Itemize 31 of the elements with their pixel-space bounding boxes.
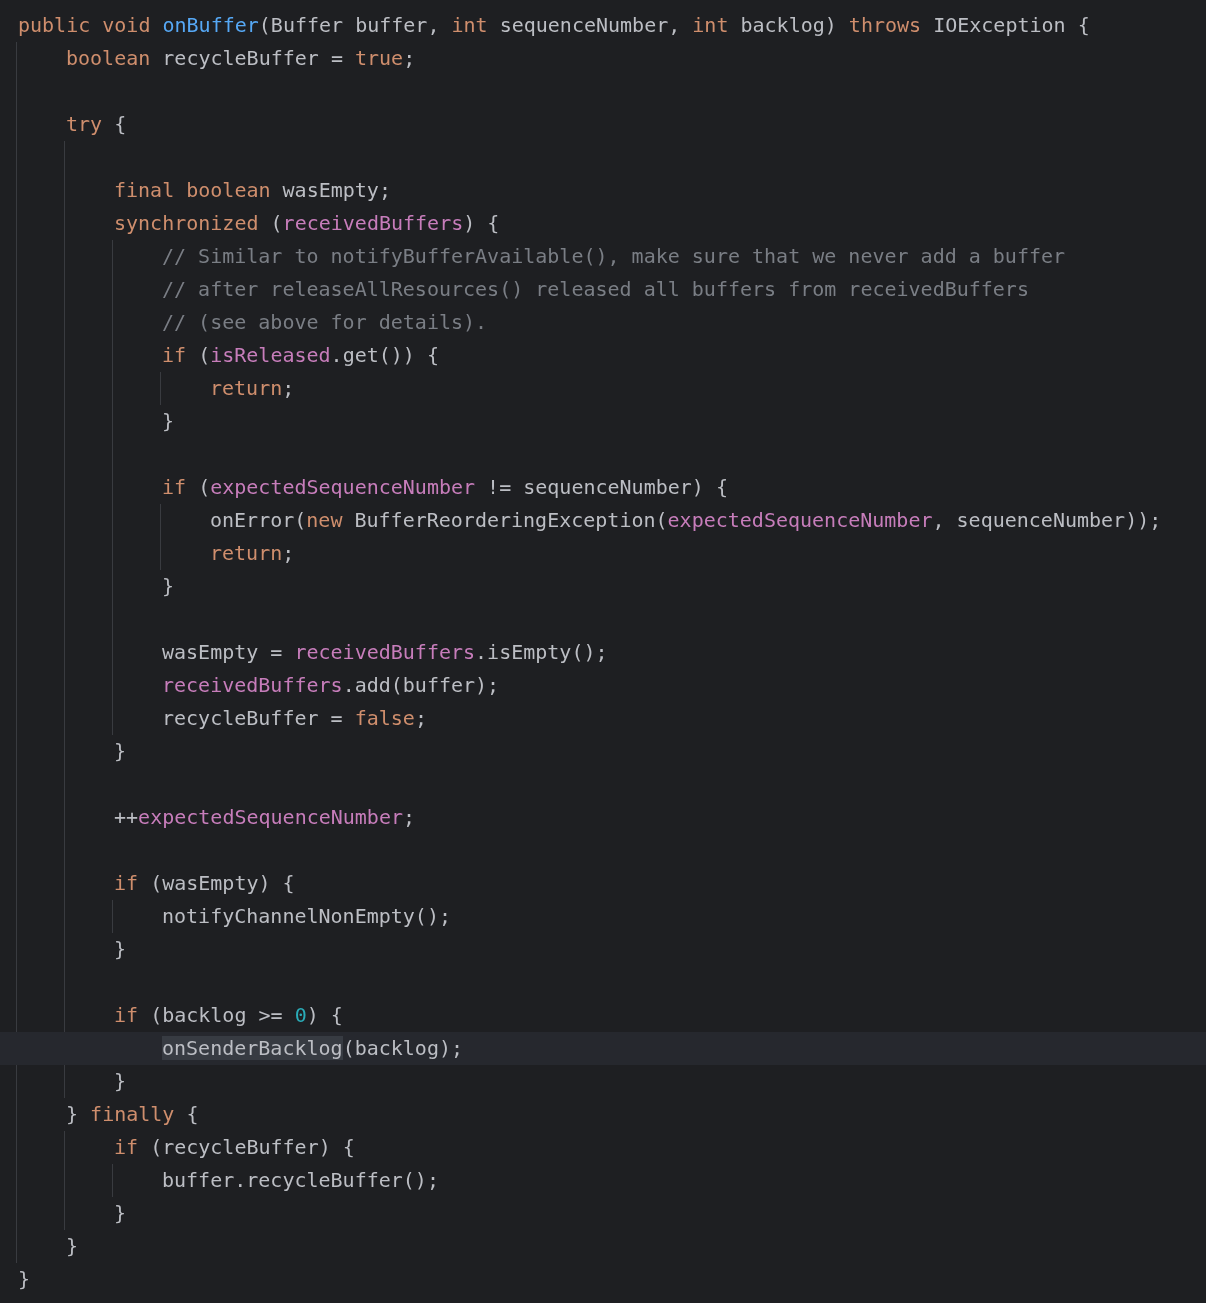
code-line: receivedBuffers.add(buffer); bbox=[162, 672, 500, 699]
code-line: public void onBuffer(Buffer buffer, int sequenceNumber, int backlog) throws IOException { bbox=[18, 12, 1090, 39]
code-line: } bbox=[162, 408, 175, 435]
code-line: if (recycleBuffer) { bbox=[114, 1134, 355, 1161]
code-line: // (see above for details). bbox=[162, 309, 488, 336]
code-line: return; bbox=[210, 375, 295, 402]
code-line: } bbox=[114, 738, 127, 765]
code-line: // after releaseAllResources() released all buffers from receivedBuffers bbox=[162, 276, 1029, 303]
code-line: synchronized (receivedBuffers) { bbox=[114, 210, 500, 237]
code-line: if (wasEmpty) { bbox=[114, 870, 295, 897]
code-line: boolean recycleBuffer = true; bbox=[66, 45, 416, 72]
code-line: } bbox=[114, 1068, 127, 1095]
code-line: return; bbox=[210, 540, 295, 567]
code-line: try { bbox=[66, 111, 127, 138]
code-line: onError(new BufferReorderingException(expectedSequenceNumber, sequenceNumber)); bbox=[210, 507, 1162, 534]
code-line: if (backlog >= 0) { bbox=[114, 1002, 343, 1029]
code-line: } bbox=[162, 573, 175, 600]
code-line: } finally { bbox=[66, 1101, 199, 1128]
code-line: } bbox=[18, 1266, 31, 1293]
code-line: notifyChannelNonEmpty(); bbox=[162, 903, 451, 930]
code-line: } bbox=[114, 1200, 127, 1227]
code-line: wasEmpty = receivedBuffers.isEmpty(); bbox=[162, 639, 608, 666]
code-line: if (expectedSequenceNumber != sequenceNumber) { bbox=[162, 474, 728, 501]
code-line: } bbox=[114, 936, 127, 963]
code-line: recycleBuffer = false; bbox=[162, 705, 427, 732]
code-line: ++expectedSequenceNumber; bbox=[114, 804, 416, 831]
code-line: // Similar to notifyBufferAvailable(), make sure that we never add a buffer bbox=[162, 243, 1066, 270]
code-line: } bbox=[66, 1233, 79, 1260]
code-line: final boolean wasEmpty; bbox=[114, 177, 391, 204]
code-line: if (isReleased.get()) { bbox=[162, 342, 439, 369]
code-line: buffer.recycleBuffer(); bbox=[162, 1167, 439, 1194]
